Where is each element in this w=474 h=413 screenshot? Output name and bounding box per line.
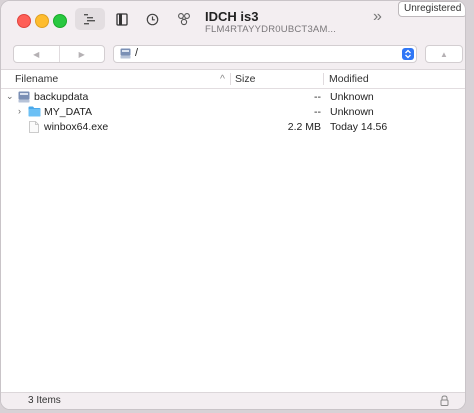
transfers-icon — [178, 13, 190, 26]
file-modified: Today 14.56 — [330, 121, 388, 133]
drive-icon — [18, 91, 30, 103]
modified-column-header[interactable]: Modified — [329, 73, 369, 85]
title-bar: IDCH is3 FLM4RTAYYDR0UBCT3AM... » Unregi… — [1, 1, 465, 39]
minimize-window-button[interactable] — [35, 14, 49, 28]
item-count: 3 Items — [28, 395, 61, 406]
file-row-my-data[interactable]: › MY_DATA -- Unknown — [1, 105, 465, 120]
drive-icon — [120, 48, 131, 59]
file-row-backupdata[interactable]: ⌄ backupdata -- Unknown — [1, 90, 465, 105]
file-name: MY_DATA — [44, 106, 93, 118]
toolbar-overflow-button[interactable]: » — [373, 9, 382, 25]
filename-column-header[interactable]: Filename — [15, 73, 58, 85]
history-icon — [146, 13, 158, 25]
current-path: / — [135, 47, 139, 59]
outline-view-icon — [84, 14, 95, 25]
back-button[interactable]: ◀ — [14, 46, 60, 62]
outline-view-button[interactable] — [75, 8, 105, 30]
status-bar: 3 Items — [1, 392, 465, 409]
history-button[interactable] — [137, 8, 167, 30]
lock-icon[interactable] — [440, 395, 449, 406]
zoom-window-button[interactable] — [53, 14, 67, 28]
path-popup[interactable]: / — [113, 45, 417, 63]
bookmark-icon — [116, 12, 128, 26]
transfers-button[interactable] — [169, 8, 199, 30]
parent-folder-button[interactable]: ▲ — [425, 45, 463, 63]
sort-indicator-icon: ^ — [220, 73, 225, 85]
window-title: IDCH is3 — [205, 9, 259, 24]
back-forward-control: ◀ ▶ — [13, 45, 105, 63]
close-window-button[interactable] — [17, 14, 31, 28]
unregistered-badge[interactable]: Unregistered — [398, 1, 465, 17]
file-row-winbox64[interactable]: winbox64.exe 2.2 MB Today 14.56 — [1, 120, 465, 135]
window-subtitle: FLM4RTAYYDR0UBCT3AM... — [205, 24, 337, 35]
file-name: backupdata — [34, 91, 89, 103]
file-modified: Unknown — [330, 106, 374, 118]
bookmarks-button[interactable] — [107, 8, 137, 30]
disclosure-open-icon[interactable]: ⌄ — [6, 91, 14, 102]
column-separator — [230, 73, 231, 85]
file-name: winbox64.exe — [44, 121, 109, 133]
file-modified: Unknown — [330, 91, 374, 103]
file-size: -- — [314, 106, 321, 118]
file-size: 2.2 MB — [287, 121, 321, 133]
path-bar: ◀ ▶ / ▲ — [1, 39, 465, 70]
document-icon — [29, 121, 39, 133]
file-size: -- — [314, 91, 321, 103]
size-column-header[interactable]: Size — [235, 73, 255, 85]
path-popup-arrows-icon — [402, 48, 414, 60]
column-separator — [323, 73, 324, 85]
disclosure-closed-icon[interactable]: › — [18, 106, 21, 116]
forward-button[interactable]: ▶ — [60, 46, 105, 62]
column-header: Filename ^ Size Modified — [1, 70, 465, 89]
browser-window: IDCH is3 FLM4RTAYYDR0UBCT3AM... » Unregi… — [0, 0, 466, 410]
folder-icon — [28, 106, 41, 117]
